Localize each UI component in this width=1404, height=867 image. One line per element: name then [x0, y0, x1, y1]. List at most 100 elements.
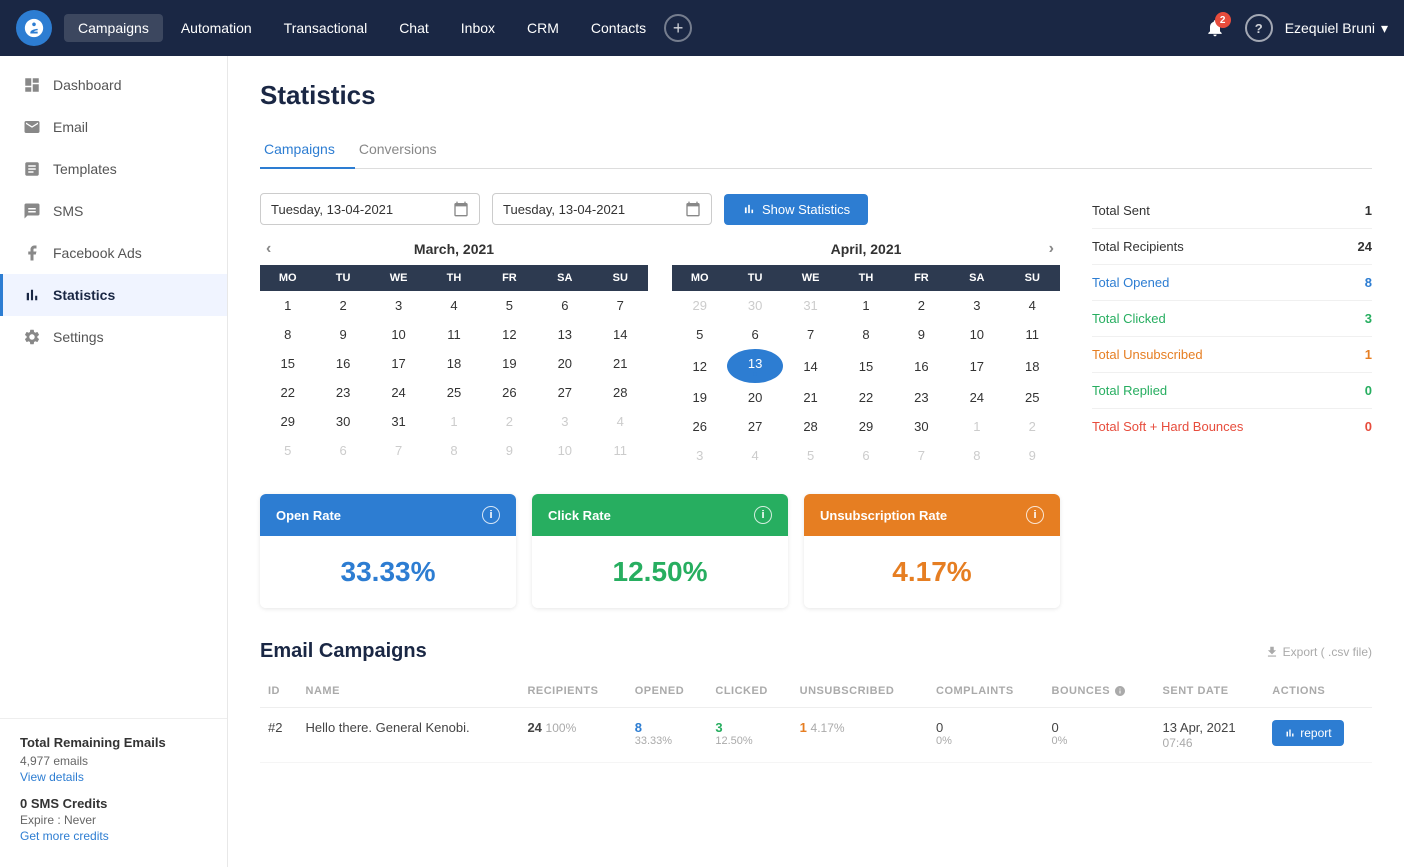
calendar-day-cell[interactable]: 7: [783, 320, 838, 349]
calendar-next-button[interactable]: ›: [1043, 238, 1060, 260]
calendar-day-cell[interactable]: 1: [260, 291, 315, 320]
calendar-day-cell[interactable]: 21: [783, 383, 838, 412]
calendar-day-cell[interactable]: 22: [838, 383, 893, 412]
sidebar-item-facebook-ads[interactable]: Facebook Ads: [0, 232, 227, 274]
calendar-day-cell[interactable]: 27: [727, 412, 782, 441]
add-button[interactable]: +: [664, 14, 692, 42]
calendar-day-cell[interactable]: 9: [1005, 441, 1060, 470]
calendar-day-cell[interactable]: 6: [537, 291, 592, 320]
date-to-input[interactable]: Tuesday, 13-04-2021: [492, 193, 712, 225]
calendar-day-cell[interactable]: 29: [260, 407, 315, 436]
calendar-day-cell[interactable]: 19: [672, 383, 727, 412]
calendar-day-cell[interactable]: 25: [426, 378, 481, 407]
calendar-day-cell[interactable]: 18: [426, 349, 481, 378]
sidebar-item-statistics[interactable]: Statistics: [0, 274, 227, 316]
user-menu[interactable]: Ezequiel Bruni ▾: [1285, 20, 1388, 37]
sidebar-item-dashboard[interactable]: Dashboard: [0, 64, 227, 106]
calendar-day-cell[interactable]: 29: [838, 412, 893, 441]
calendar-day-cell[interactable]: 4: [727, 441, 782, 470]
calendar-day-cell[interactable]: 23: [894, 383, 949, 412]
calendar-day-cell[interactable]: 17: [371, 349, 426, 378]
date-from-input[interactable]: Tuesday, 13-04-2021: [260, 193, 480, 225]
calendar-day-cell[interactable]: 27: [537, 378, 592, 407]
calendar-day-cell[interactable]: 20: [727, 383, 782, 412]
calendar-day-cell[interactable]: 28: [593, 378, 648, 407]
calendar-day-cell[interactable]: 14: [783, 349, 838, 383]
unsubscription-rate-info-icon[interactable]: i: [1026, 506, 1044, 524]
calendar-day-cell[interactable]: 9: [894, 320, 949, 349]
nav-chat[interactable]: Chat: [385, 14, 443, 42]
calendar-day-cell[interactable]: 4: [1005, 291, 1060, 320]
show-statistics-button[interactable]: Show Statistics: [724, 194, 868, 225]
calendar-prev-button[interactable]: ‹: [260, 238, 277, 260]
calendar-day-cell[interactable]: 11: [426, 320, 481, 349]
calendar-day-cell[interactable]: 9: [482, 436, 537, 465]
calendar-day-cell[interactable]: 24: [371, 378, 426, 407]
calendar-day-cell[interactable]: 29: [672, 291, 727, 320]
calendar-day-cell[interactable]: 1: [426, 407, 481, 436]
calendar-day-cell[interactable]: 30: [315, 407, 370, 436]
calendar-day-cell[interactable]: 2: [482, 407, 537, 436]
sidebar-item-email[interactable]: Email: [0, 106, 227, 148]
calendar-day-cell[interactable]: 26: [482, 378, 537, 407]
nav-automation[interactable]: Automation: [167, 14, 266, 42]
calendar-day-cell[interactable]: 30: [727, 291, 782, 320]
notifications-button[interactable]: 2: [1197, 10, 1233, 46]
calendar-day-cell[interactable]: 3: [371, 291, 426, 320]
calendar-day-cell[interactable]: 2: [1005, 412, 1060, 441]
export-csv-button[interactable]: Export ( .csv file): [1265, 645, 1372, 659]
calendar-day-cell[interactable]: 19: [482, 349, 537, 378]
calendar-day-cell[interactable]: 14: [593, 320, 648, 349]
calendar-day-cell[interactable]: 30: [894, 412, 949, 441]
calendar-day-cell[interactable]: 18: [1005, 349, 1060, 383]
calendar-day-cell[interactable]: 17: [949, 349, 1004, 383]
calendar-day-cell[interactable]: 31: [783, 291, 838, 320]
nav-transactional[interactable]: Transactional: [270, 14, 382, 42]
click-rate-info-icon[interactable]: i: [754, 506, 772, 524]
calendar-day-cell[interactable]: 11: [593, 436, 648, 465]
calendar-day-cell[interactable]: 2: [315, 291, 370, 320]
calendar-day-cell[interactable]: 13: [537, 320, 592, 349]
calendar-day-cell[interactable]: 15: [838, 349, 893, 383]
calendar-day-cell[interactable]: 12: [672, 349, 727, 383]
calendar-day-cell[interactable]: 7: [371, 436, 426, 465]
calendar-day-cell[interactable]: 4: [426, 291, 481, 320]
calendar-day-cell[interactable]: 22: [260, 378, 315, 407]
nav-campaigns[interactable]: Campaigns: [64, 14, 163, 42]
calendar-day-cell[interactable]: 10: [371, 320, 426, 349]
sidebar-item-settings[interactable]: Settings: [0, 316, 227, 358]
calendar-day-cell[interactable]: 5: [783, 441, 838, 470]
nav-contacts[interactable]: Contacts: [577, 14, 660, 42]
report-button[interactable]: report: [1272, 720, 1343, 746]
calendar-day-cell[interactable]: 21: [593, 349, 648, 378]
calendar-day-cell[interactable]: 25: [1005, 383, 1060, 412]
calendar-day-cell[interactable]: 3: [949, 291, 1004, 320]
calendar-day-cell[interactable]: 1: [838, 291, 893, 320]
bounces-info-icon[interactable]: [1114, 685, 1126, 697]
calendar-day-cell[interactable]: 5: [672, 320, 727, 349]
calendar-day-cell[interactable]: 12: [482, 320, 537, 349]
calendar-day-cell[interactable]: 9: [315, 320, 370, 349]
calendar-day-cell[interactable]: 16: [894, 349, 949, 383]
calendar-day-cell[interactable]: 26: [672, 412, 727, 441]
sidebar-item-templates[interactable]: Templates: [0, 148, 227, 190]
tab-conversions[interactable]: Conversions: [355, 131, 457, 169]
calendar-day-cell[interactable]: 7: [894, 441, 949, 470]
calendar-day-cell[interactable]: 5: [482, 291, 537, 320]
calendar-day-cell[interactable]: 31: [371, 407, 426, 436]
calendar-day-cell[interactable]: 1: [949, 412, 1004, 441]
calendar-day-cell[interactable]: 13: [727, 349, 782, 383]
view-details-link[interactable]: View details: [20, 770, 84, 784]
calendar-day-cell[interactable]: 28: [783, 412, 838, 441]
calendar-day-cell[interactable]: 8: [260, 320, 315, 349]
calendar-day-cell[interactable]: 11: [1005, 320, 1060, 349]
calendar-day-cell[interactable]: 3: [537, 407, 592, 436]
nav-crm[interactable]: CRM: [513, 14, 573, 42]
calendar-day-cell[interactable]: 20: [537, 349, 592, 378]
calendar-day-cell[interactable]: 5: [260, 436, 315, 465]
calendar-day-cell[interactable]: 10: [949, 320, 1004, 349]
calendar-day-cell[interactable]: 10: [537, 436, 592, 465]
calendar-day-cell[interactable]: 8: [426, 436, 481, 465]
calendar-day-cell[interactable]: 24: [949, 383, 1004, 412]
calendar-day-cell[interactable]: 6: [838, 441, 893, 470]
